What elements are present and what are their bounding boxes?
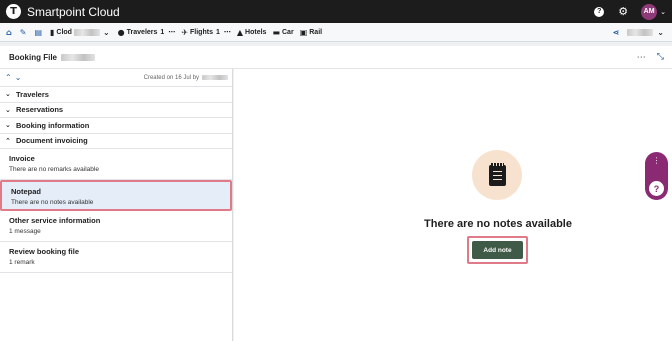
item-subtitle: 1 message	[9, 228, 41, 235]
section-label: Document invoicing	[16, 136, 88, 146]
flights-count: 1	[215, 28, 220, 36]
gear-icon[interactable]: ⚙	[618, 5, 628, 18]
app-logo[interactable]: T	[6, 4, 21, 19]
chevron-down-icon: ⌄	[102, 27, 110, 37]
booking-file-header: Booking File ⋯ ⤡	[0, 46, 672, 69]
section-reservations[interactable]: ⌄ Reservations	[0, 103, 232, 118]
grip-icon[interactable]: ⋮	[653, 156, 661, 165]
app-title: Smartpoint Cloud	[27, 4, 120, 19]
list-item-notepad[interactable]: Notepad There are no notes available	[0, 180, 232, 211]
chevron-up-icon: ⌃	[5, 136, 11, 145]
tools-button[interactable]: ✎	[20, 28, 29, 37]
hotel-icon: ▲	[236, 27, 244, 37]
redacted-locator	[61, 53, 95, 61]
created-text: Created on 16 Jul by	[143, 74, 199, 81]
print-button[interactable]: ▤	[34, 28, 44, 37]
item-subtitle: There are no notes available	[11, 199, 94, 206]
plane-icon: ✈	[181, 27, 189, 37]
collapse-all-icon[interactable]: ⌃	[5, 73, 12, 82]
more-icon[interactable]: ⋯	[224, 28, 231, 36]
hotels-label: Hotels	[245, 28, 267, 36]
more-icon[interactable]: ⋯	[637, 52, 647, 63]
tab-car[interactable]: ▬ Car	[272, 28, 293, 37]
person-icon: ●	[117, 27, 125, 37]
item-title: Notepad	[11, 187, 41, 196]
notepad-icon	[488, 162, 506, 186]
section-label: Travelers	[16, 89, 49, 99]
section-label: Reservations	[16, 105, 64, 115]
tab-travelers[interactable]: ● Travelers 1 ⋯	[118, 28, 176, 37]
section-travelers[interactable]: ⌄ Travelers	[0, 87, 232, 103]
travelers-label: Travelers	[126, 28, 158, 36]
tab-hotels[interactable]: ▲ Hotels	[237, 28, 267, 37]
list-item-invoice[interactable]: Invoice There are no remarks available	[0, 149, 232, 180]
car-label: Car	[282, 28, 294, 36]
pnr-label: Clod	[56, 28, 72, 36]
expand-all-icon[interactable]: ⌄	[15, 73, 22, 82]
item-subtitle: There are no remarks available	[9, 166, 99, 173]
help-icon[interactable]: ?	[594, 6, 605, 17]
item-title: Review booking file	[9, 247, 80, 256]
document-icon: ▮	[50, 27, 55, 37]
chevron-down-icon: ⌄	[5, 121, 11, 130]
rail-label: Rail	[309, 28, 323, 36]
chevron-down-icon: ⌄	[5, 105, 11, 114]
list-item-review-booking-file[interactable]: Review booking file 1 remark	[0, 242, 232, 273]
section-label: Booking information	[16, 120, 90, 130]
redacted-user	[202, 75, 228, 80]
add-note-button[interactable]: Add note	[472, 241, 523, 259]
list-item-other-service-information[interactable]: Other service information 1 message	[0, 211, 232, 242]
more-icon[interactable]: ⋯	[168, 28, 175, 36]
app-header: T Smartpoint Cloud ? ⚙ AM ⌄	[0, 0, 672, 23]
tab-flights[interactable]: ✈ Flights 1 ⋯	[181, 28, 231, 37]
item-title: Invoice	[9, 154, 35, 163]
wrench-icon: ✎	[19, 27, 27, 37]
empty-state-message: There are no notes available	[424, 218, 572, 230]
created-info: Created on 16 Jul by	[144, 75, 228, 81]
app-logo-letter: T	[10, 6, 17, 17]
travelers-count: 1	[160, 28, 165, 36]
notepad-panel: There are no notes available Add note	[234, 69, 672, 341]
share-icon[interactable]: ⋖	[613, 28, 620, 37]
chevron-down-icon: ⌄	[5, 90, 11, 99]
item-title: Other service information	[9, 216, 101, 225]
section-booking-information[interactable]: ⌄ Booking information	[0, 118, 232, 134]
assistant-widget[interactable]: ⋮ ?	[645, 152, 668, 200]
tab-rail[interactable]: ▣ Rail	[300, 28, 322, 37]
home-button[interactable]: ⌂	[6, 28, 14, 37]
add-note-highlight: Add note	[467, 236, 528, 264]
chevron-down-icon[interactable]: ⌄	[657, 28, 664, 37]
printer-icon: ▤	[34, 27, 42, 37]
collapse-icon[interactable]: ⤡	[657, 52, 664, 62]
chevron-down-icon[interactable]: ⌄	[660, 8, 666, 16]
home-icon: ⌂	[6, 27, 12, 37]
notepad-illustration	[472, 150, 522, 200]
car-icon: ▬	[272, 27, 280, 37]
item-subtitle: 1 remark	[9, 259, 35, 266]
pnr-selector[interactable]: ▮ Clod ⌄	[50, 28, 112, 37]
user-avatar[interactable]: AM	[641, 3, 658, 20]
help-icon[interactable]: ?	[649, 181, 664, 196]
redacted-locator	[73, 28, 100, 36]
booking-toolbar: ⌂ ✎ ▤ ▮ Clod ⌄ ● Travelers 1 ⋯ ✈ Flights…	[0, 23, 672, 42]
booking-file-title: Booking File	[9, 52, 57, 62]
redacted-selector[interactable]	[627, 28, 654, 36]
flights-label: Flights	[190, 28, 213, 36]
train-icon: ▣	[299, 27, 308, 37]
section-document-invoicing[interactable]: ⌃ Document invoicing	[0, 134, 232, 149]
booking-file-panel: ⌃ ⌄ Created on 16 Jul by ⌄ Travelers ⌄ R…	[0, 69, 233, 341]
